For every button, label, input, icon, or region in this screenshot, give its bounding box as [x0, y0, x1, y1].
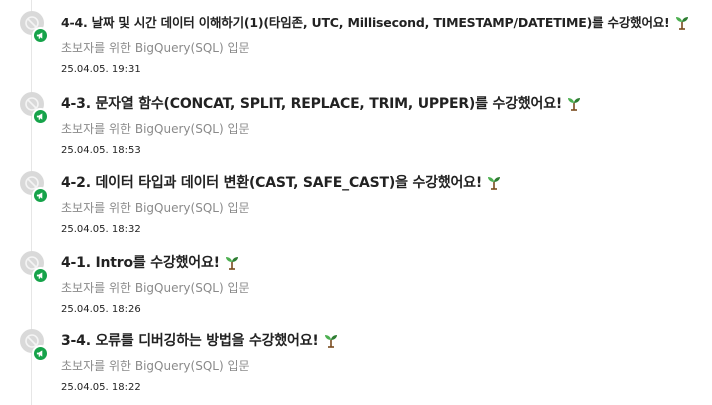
- sprout-icon: [486, 174, 502, 194]
- course-name: 초보자를 위한 BigQuery(SQL) 입문: [61, 122, 250, 136]
- course-name: 초보자를 위한 BigQuery(SQL) 입문: [61, 201, 250, 215]
- activity-item[interactable]: 4-2. 데이터 타입과 데이터 변환(CAST, SAFE_CAST)을 수강…: [0, 160, 712, 238]
- activity-item[interactable]: 4-3. 문자열 함수(CONCAT, SPLIT, REPLACE, TRIM…: [0, 81, 712, 159]
- activity-item[interactable]: 4-4. 날짜 및 시간 데이터 이해하기(1)(타임존, UTC, Milli…: [0, 0, 712, 78]
- activity-item[interactable]: 3-4. 오류를 디버깅하는 방법을 수강했어요! 초보자를 위한 BigQue…: [0, 318, 712, 396]
- activity-title-text[interactable]: 3-4. 오류를 디버깅하는 방법을 수강했어요!: [61, 333, 319, 349]
- activity-timestamp: 25.04.05. 19:31: [61, 64, 141, 75]
- activity-title[interactable]: 4-4. 날짜 및 시간 데이터 이해하기(1)(타임존, UTC, Milli…: [61, 12, 690, 33]
- sprout-icon: [566, 95, 582, 115]
- activity-title-text[interactable]: 4-3. 문자열 함수(CONCAT, SPLIT, REPLACE, TRIM…: [61, 96, 562, 112]
- megaphone-icon: [32, 345, 49, 362]
- activity-title-text[interactable]: 4-4. 날짜 및 시간 데이터 이해하기(1)(타임존, UTC, Milli…: [61, 15, 670, 30]
- activity-timestamp: 25.04.05. 18:22: [61, 382, 141, 393]
- activity-timestamp: 25.04.05. 18:26: [61, 304, 141, 315]
- activity-title[interactable]: 4-1. Intro를 수강했어요!: [61, 252, 240, 274]
- sprout-icon: [674, 14, 690, 33]
- activity-timeline: 4-4. 날짜 및 시간 데이터 이해하기(1)(타임존, UTC, Milli…: [0, 0, 712, 405]
- course-name: 초보자를 위한 BigQuery(SQL) 입문: [61, 41, 250, 55]
- megaphone-icon: [32, 27, 49, 44]
- activity-title[interactable]: 4-3. 문자열 함수(CONCAT, SPLIT, REPLACE, TRIM…: [61, 93, 582, 115]
- course-name: 초보자를 위한 BigQuery(SQL) 입문: [61, 359, 250, 373]
- megaphone-icon: [32, 187, 49, 204]
- activity-title[interactable]: 4-2. 데이터 타입과 데이터 변환(CAST, SAFE_CAST)을 수강…: [61, 172, 502, 194]
- activity-timestamp: 25.04.05. 18:32: [61, 224, 141, 235]
- activity-item[interactable]: 4-1. Intro를 수강했어요! 초보자를 위한 BigQuery(SQL)…: [0, 240, 712, 318]
- megaphone-icon: [32, 267, 49, 284]
- megaphone-icon: [32, 108, 49, 125]
- activity-timestamp: 25.04.05. 18:53: [61, 145, 141, 156]
- course-name: 초보자를 위한 BigQuery(SQL) 입문: [61, 281, 250, 295]
- sprout-icon: [224, 254, 240, 274]
- sprout-icon: [323, 332, 339, 352]
- activity-title[interactable]: 3-4. 오류를 디버깅하는 방법을 수강했어요!: [61, 330, 339, 352]
- activity-title-text[interactable]: 4-2. 데이터 타입과 데이터 변환(CAST, SAFE_CAST)을 수강…: [61, 175, 482, 191]
- activity-title-text[interactable]: 4-1. Intro를 수강했어요!: [61, 255, 220, 271]
